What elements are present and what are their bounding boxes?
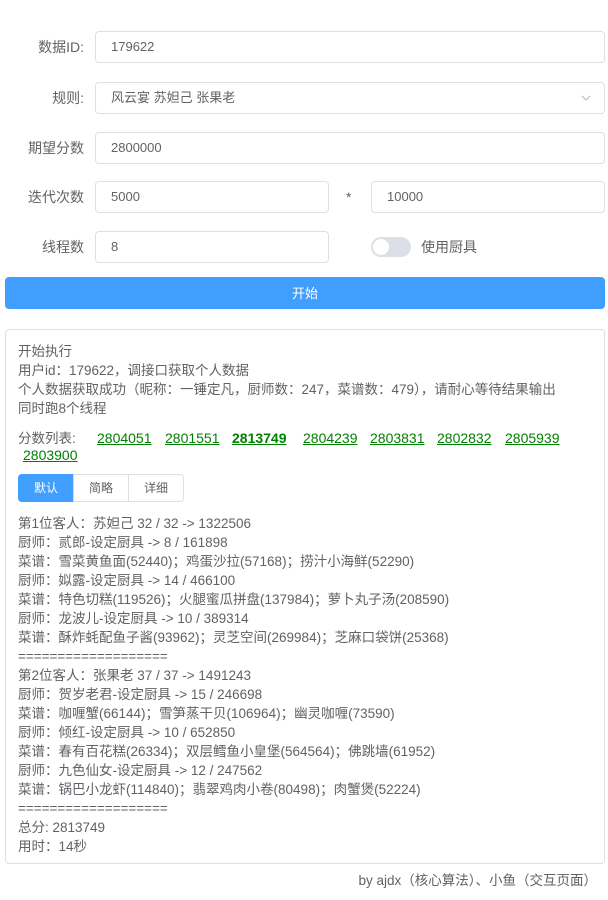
- switch-knob: [373, 239, 389, 255]
- result-line: 厨师：贰郎-设定厨具 -> 8 / 161898: [18, 535, 228, 550]
- multiply-sign: *: [346, 189, 352, 205]
- log-line: 个人数据获取成功（昵称：一锤定凡，厨师数：247，菜谱数：479），请耐心等待结…: [18, 382, 556, 397]
- tab-brief[interactable]: 简略: [73, 474, 129, 502]
- expected-score-input[interactable]: 2800000: [95, 132, 605, 164]
- rule-select[interactable]: 风云宴 苏妲己 张果老: [95, 82, 605, 114]
- result-line: 菜谱：锅巴小龙虾(114840)；翡翠鸡肉小卷(80498)；肉蟹煲(52224…: [18, 782, 421, 797]
- iterations-input-b[interactable]: 10000: [371, 181, 605, 213]
- result-line: 菜谱：咖喱蟹(66144)；雪笋蒸干贝(106964)；幽灵咖喱(73590): [18, 706, 395, 721]
- log-line: 同时跑8个线程: [18, 401, 107, 416]
- result-line: 用时：14秒: [18, 839, 88, 854]
- result-line: 第2位客人：张果老 37 / 37 -> 1491243: [18, 668, 251, 683]
- start-button[interactable]: 开始: [5, 277, 605, 309]
- credits-footer: by ajdx（核心算法）、小鱼（交互页面）: [358, 873, 597, 888]
- expected-score-label: 期望分数: [28, 140, 84, 156]
- result-line: 厨师：贺岁老君-设定厨具 -> 15 / 246698: [18, 687, 263, 702]
- use-tools-switch[interactable]: [371, 237, 411, 257]
- score-link-best[interactable]: 2813749: [232, 429, 287, 448]
- result-line: ===================: [18, 649, 168, 664]
- rule-select-value: 风云宴 苏妲己 张果老: [111, 90, 236, 105]
- iterations-input-a[interactable]: 5000: [95, 181, 329, 213]
- log-line: 开始执行: [18, 344, 72, 359]
- score-link[interactable]: 2803900: [23, 446, 78, 465]
- result-line: ===================: [18, 801, 168, 816]
- use-tools-label: 使用厨具: [421, 239, 477, 255]
- score-link[interactable]: 2802832: [437, 429, 492, 448]
- threads-label: 线程数: [42, 239, 84, 255]
- iterations-label: 迭代次数: [28, 189, 84, 205]
- score-link[interactable]: 2803831: [370, 429, 425, 448]
- rule-label: 规则:: [52, 90, 84, 106]
- threads-input[interactable]: 8: [95, 231, 329, 263]
- output-panel: 开始执行 用户id：179622，调接口获取个人数据 个人数据获取成功（昵称：一…: [5, 329, 605, 864]
- result-line: 厨师：九色仙女-设定厨具 -> 12 / 247562: [18, 763, 263, 778]
- result-line: 菜谱：特色切糕(119526)；火腿蜜瓜拼盘(137984)；萝卜丸子汤(208…: [18, 592, 450, 607]
- result-line: 厨师：姒露-设定厨具 -> 14 / 466100: [18, 573, 236, 588]
- result-line: 厨师：倾红-设定厨具 -> 10 / 652850: [18, 725, 236, 740]
- result-line: 厨师：龙波儿-设定厨具 -> 10 / 389314: [18, 611, 249, 626]
- data-id-input[interactable]: 179622: [95, 31, 605, 63]
- score-link[interactable]: 2805939: [505, 429, 560, 448]
- tab-detail[interactable]: 详细: [128, 474, 184, 502]
- chevron-down-icon: [581, 95, 591, 101]
- log-line: 用户id：179622，调接口获取个人数据: [18, 363, 250, 378]
- score-link[interactable]: 2804051: [97, 429, 152, 448]
- result-line: 菜谱：雪菜黄鱼面(52440)；鸡蛋沙拉(57168)；捞汁小海鲜(52290): [18, 554, 415, 569]
- score-link[interactable]: 2804239: [303, 429, 358, 448]
- result-line: 第1位客人：苏妲己 32 / 32 -> 1322506: [18, 516, 251, 531]
- view-mode-tabs: 默认 简略 详细: [18, 474, 184, 502]
- result-line: 菜谱：酥炸蚝配鱼子酱(93962)；灵芝空间(269984)；芝麻口袋饼(253…: [18, 630, 449, 645]
- data-id-label: 数据ID:: [38, 39, 84, 55]
- score-link[interactable]: 2801551: [165, 429, 220, 448]
- tab-default[interactable]: 默认: [18, 474, 74, 502]
- result-line: 总分: 2813749: [18, 820, 106, 835]
- result-line: 菜谱：春有百花糕(26334)；双层鳕鱼小皇堡(564564)；佛跳墙(6195…: [18, 744, 436, 759]
